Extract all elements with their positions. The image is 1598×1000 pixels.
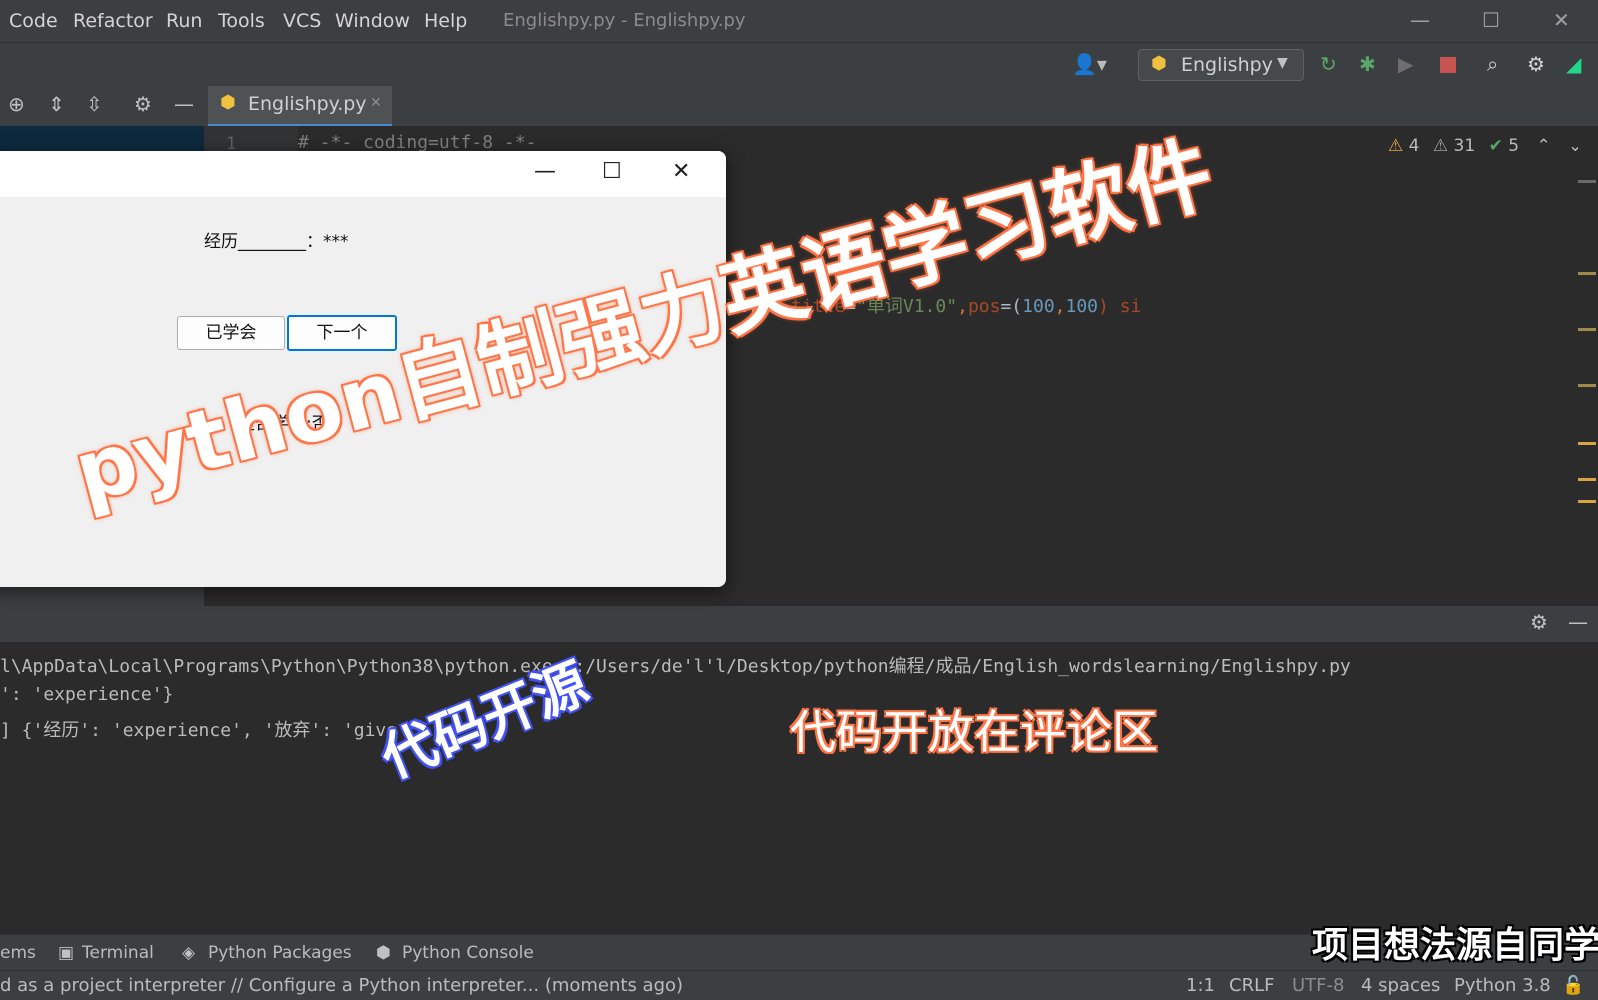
status-message[interactable]: d as a project interpreter // Configure … xyxy=(0,975,683,996)
app-maximize-icon[interactable]: ☐ xyxy=(602,159,622,184)
lock-icon[interactable]: 🔓 xyxy=(1562,975,1584,996)
app-minimize-icon[interactable]: — xyxy=(534,159,556,184)
tab-englishpy[interactable]: ⬢ Englishpy.py ✕ xyxy=(208,86,392,127)
menu-code[interactable]: Code xyxy=(9,10,58,32)
menu-bar: Code Refactor Run Tools VCS Window Help … xyxy=(0,0,1598,42)
terminal-icon: ▣ xyxy=(58,943,75,963)
window-title: Englishpy.py - Englishpy.py xyxy=(503,10,746,31)
panel-gear-icon[interactable]: ⚙ xyxy=(134,92,152,116)
hide-panel-icon[interactable]: — xyxy=(174,92,194,116)
menu-run[interactable]: Run xyxy=(166,10,202,32)
scroll-mark xyxy=(1578,442,1596,445)
code-token: pos xyxy=(967,296,1001,317)
warning-icon: ⚠ xyxy=(1388,136,1404,156)
learned-button[interactable]: 已学会 xyxy=(177,316,285,350)
chevron-down-icon: ▼ xyxy=(1277,55,1288,71)
console-line: ': 'experience'} xyxy=(0,684,174,705)
check-icon: ✔ xyxy=(1488,136,1503,156)
tab-problems[interactable]: ems xyxy=(0,943,36,963)
maximize-icon[interactable]: ☐ xyxy=(1482,8,1500,32)
weak-warning-count: 31 xyxy=(1453,136,1476,156)
menu-window[interactable]: Window xyxy=(335,10,410,32)
run-panel-header: ⚙ — xyxy=(0,606,1598,643)
locate-icon[interactable]: ⊕ xyxy=(8,92,25,116)
chevron-up-icon[interactable]: ⌃ xyxy=(1536,136,1550,156)
debug-icon[interactable]: ✱ xyxy=(1359,52,1376,76)
scroll-mark xyxy=(1578,328,1596,331)
collapse-all-icon[interactable]: ⇳ xyxy=(86,92,103,116)
gear-icon[interactable]: ⚙ xyxy=(1527,52,1545,76)
menu-help[interactable]: Help xyxy=(424,10,467,32)
menu-refactor[interactable]: Refactor xyxy=(73,10,153,32)
indent-setting[interactable]: 4 spaces xyxy=(1361,975,1440,996)
rerun-icon[interactable]: ↻ xyxy=(1320,52,1337,76)
scroll-mark xyxy=(1578,272,1596,275)
expand-all-icon[interactable]: ⇕ xyxy=(48,92,65,116)
editor-tab-bar: ⊕ ⇕ ⇳ ⚙ — ⬢ Englishpy.py ✕ xyxy=(0,86,1598,127)
packages-icon: ◈ xyxy=(182,943,196,963)
line-separator[interactable]: CRLF xyxy=(1229,975,1274,996)
console-line: ] {'经历': 'experience', '放弃': 'give xyxy=(0,720,398,741)
status-bar: d as a project interpreter // Configure … xyxy=(0,970,1598,1000)
jetbrains-logo-icon[interactable]: ◢ xyxy=(1566,52,1581,76)
code-token: 100 xyxy=(1022,296,1055,317)
ok-count: 5 xyxy=(1508,136,1520,156)
app-close-icon[interactable]: ✕ xyxy=(672,159,690,184)
run-gear-icon[interactable]: ⚙ xyxy=(1530,610,1548,634)
code-token: , xyxy=(1054,296,1066,317)
menu-tools[interactable]: Tools xyxy=(218,10,265,32)
inspection-widget[interactable]: ⚠ 4 ⚠ 31 ✔ 5 ⌃ ⌄ xyxy=(1388,136,1582,156)
file-encoding[interactable]: UTF-8 xyxy=(1292,975,1344,996)
tab-label: Englishpy.py xyxy=(248,93,367,115)
overlay-comment: 代码开放在评论区 xyxy=(790,705,1158,759)
stop-icon[interactable] xyxy=(1440,57,1456,73)
run-console[interactable]: l\AppData\Local\Programs\Python\Python38… xyxy=(0,642,1598,934)
app-title-bar: — ☐ ✕ xyxy=(0,151,726,197)
coverage-icon[interactable]: ▶ xyxy=(1398,52,1413,76)
menu-vcs[interactable]: VCS xyxy=(283,10,321,32)
code-token: , xyxy=(957,296,968,317)
minimize-icon[interactable]: — xyxy=(1410,8,1430,32)
main-toolbar: 👤▾ ⬢ Englishpy ▼ ↻ ✱ ▶ ⌕ ⚙ ◢ xyxy=(0,42,1598,88)
run-hide-icon[interactable]: — xyxy=(1568,610,1588,634)
code-line-1: # -*- coding=utf-8 -*- xyxy=(298,132,537,153)
warning-count: 4 xyxy=(1408,136,1420,156)
code-token: =( xyxy=(1000,296,1023,317)
tab-close-icon[interactable]: ✕ xyxy=(370,95,382,111)
code-token: ) si xyxy=(1098,296,1142,317)
word-prompt: 经历________：*** xyxy=(204,232,349,252)
python-file-icon: ⬢ xyxy=(220,92,236,113)
interpreter-setting[interactable]: Python 3.8 xyxy=(1454,975,1551,996)
scroll-mark xyxy=(1578,180,1596,183)
scroll-mark xyxy=(1578,478,1596,481)
tab-python-packages[interactable]: Python Packages xyxy=(208,943,352,963)
tab-terminal[interactable]: Terminal xyxy=(82,943,154,963)
console-line: l\AppData\Local\Programs\Python\Python38… xyxy=(0,656,1351,677)
search-icon[interactable]: ⌕ xyxy=(1487,52,1498,76)
python-console-icon: ⬢ xyxy=(376,943,391,963)
project-selected-row[interactable] xyxy=(0,126,204,154)
code-token: 100 xyxy=(1065,296,1099,317)
overlay-credit: 项目想法源自同学 xyxy=(1312,925,1598,966)
user-icon[interactable]: 👤▾ xyxy=(1072,52,1107,76)
weak-warning-icon: ⚠ xyxy=(1432,136,1449,156)
run-config-label: Englishpy xyxy=(1181,54,1273,76)
scroll-mark xyxy=(1578,384,1596,387)
tab-python-console[interactable]: Python Console xyxy=(402,943,534,963)
python-icon: ⬢ xyxy=(1151,53,1167,74)
scroll-mark xyxy=(1578,500,1596,503)
caret-position[interactable]: 1:1 xyxy=(1186,975,1215,996)
close-icon[interactable]: ✕ xyxy=(1553,8,1570,32)
run-config-selector[interactable]: ⬢ Englishpy ▼ xyxy=(1138,49,1304,81)
